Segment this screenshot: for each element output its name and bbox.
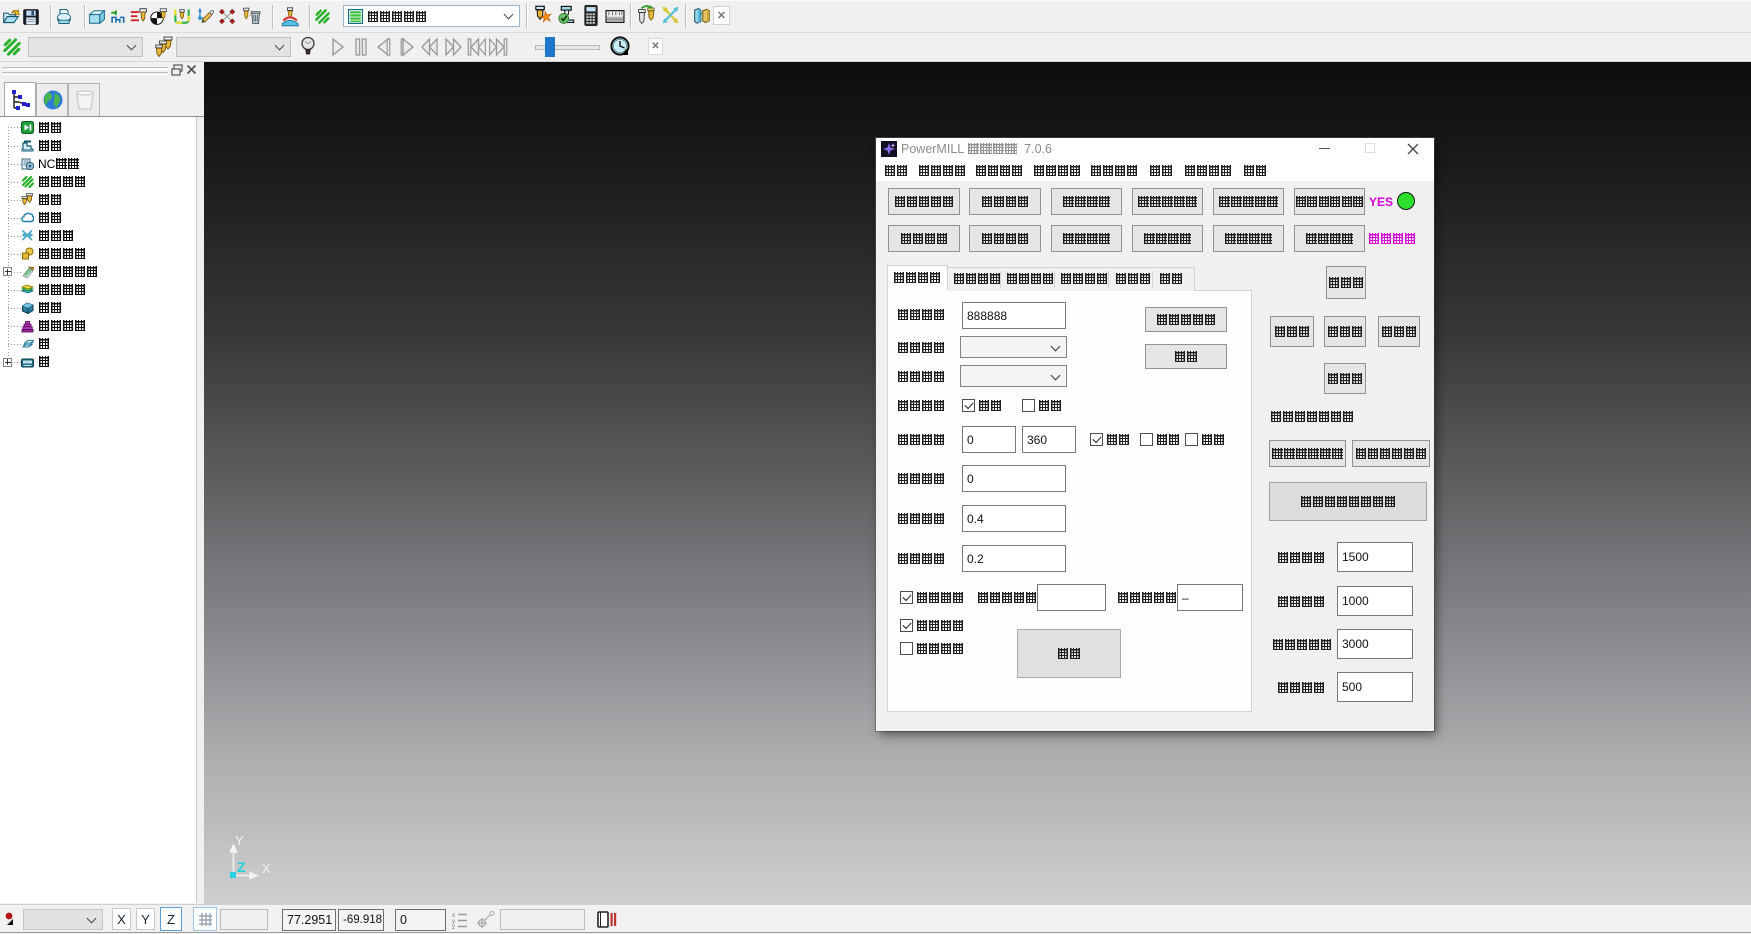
svg-text:Z: Z — [237, 859, 246, 875]
svg-text:Y: Y — [235, 833, 244, 848]
svg-text:X: X — [262, 861, 271, 876]
svg-text:z: z — [452, 925, 455, 929]
